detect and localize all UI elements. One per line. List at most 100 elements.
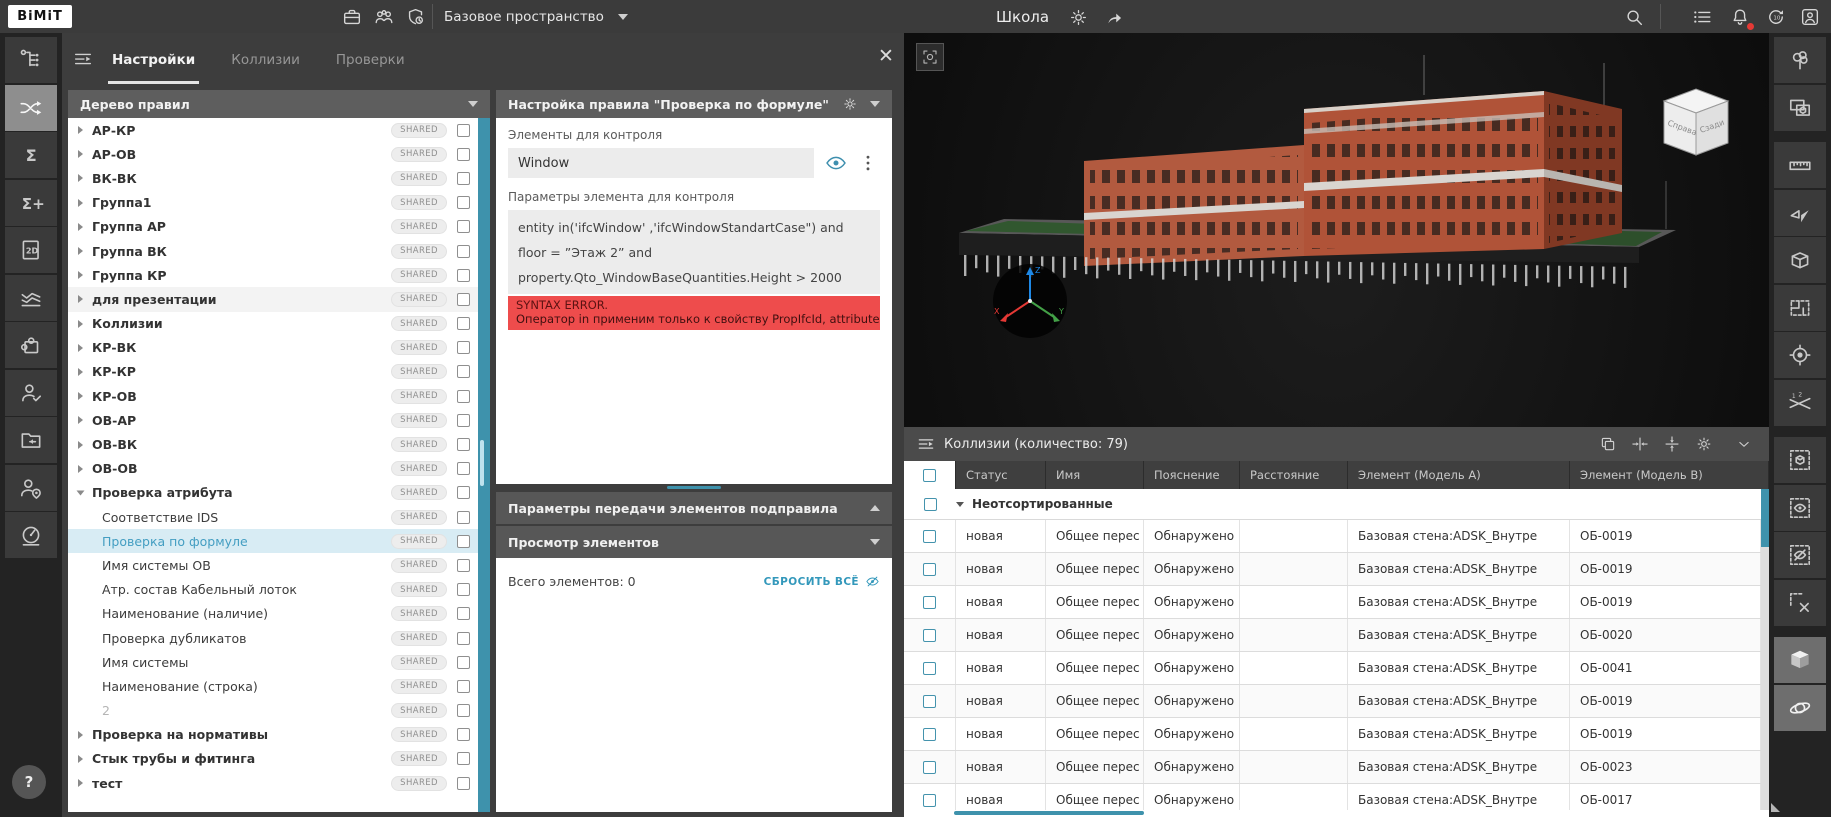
user-check-icon[interactable] bbox=[5, 370, 57, 416]
shield-status-icon[interactable] bbox=[404, 5, 428, 29]
rule-name[interactable]: КР-ОВ bbox=[92, 389, 137, 404]
section-plane-icon[interactable] bbox=[1774, 190, 1826, 236]
tree-caret-icon[interactable] bbox=[78, 295, 83, 303]
collision-row[interactable]: новаяОбщее пересОбнаружено пеБазовая сте… bbox=[904, 520, 1761, 553]
sum-add-icon[interactable]: Σ+ bbox=[5, 180, 57, 226]
tree-row[interactable]: Имя системыSHARED bbox=[68, 650, 478, 674]
rule-name[interactable]: Проверка атрибута bbox=[92, 485, 233, 500]
rule-checkbox[interactable] bbox=[457, 293, 470, 306]
tree-caret-icon[interactable] bbox=[78, 416, 83, 424]
focus-target-icon[interactable] bbox=[1774, 332, 1826, 378]
panel-menu-icon[interactable] bbox=[72, 48, 94, 70]
fit-row-height-icon[interactable] bbox=[1661, 433, 1683, 455]
rule-name[interactable]: Наименование (строка) bbox=[102, 679, 258, 694]
tree-caret-icon[interactable] bbox=[78, 368, 83, 376]
row-checkbox[interactable] bbox=[923, 794, 936, 807]
tree-caret-icon[interactable] bbox=[78, 344, 83, 352]
row-checkbox[interactable] bbox=[923, 761, 936, 774]
plugins-icon[interactable] bbox=[5, 322, 57, 368]
rule-name[interactable]: Наименование (наличие) bbox=[102, 606, 268, 621]
row-checkbox[interactable] bbox=[923, 728, 936, 741]
tab-settings[interactable]: Настройки bbox=[108, 35, 199, 84]
dashboard-gauge-icon[interactable] bbox=[5, 512, 57, 558]
rule-name[interactable]: ОВ-ОВ bbox=[92, 461, 138, 476]
orbit-icon[interactable] bbox=[1774, 685, 1826, 731]
rule-checkbox[interactable] bbox=[457, 704, 470, 717]
row-checkbox-cell[interactable] bbox=[904, 520, 956, 552]
viewport-3d[interactable]: X Y Z Справа Сзади Ко bbox=[904, 33, 1769, 817]
rule-checkbox[interactable] bbox=[457, 583, 470, 596]
rule-name[interactable]: ОВ-АР bbox=[92, 413, 136, 428]
column-header[interactable]: Пояснение bbox=[1144, 461, 1240, 489]
row-checkbox-cell[interactable] bbox=[904, 751, 956, 783]
formula-input[interactable]: entity in('ifcWindow' ,'ifcWindowStandar… bbox=[508, 210, 880, 294]
row-checkbox-cell[interactable] bbox=[904, 619, 956, 651]
collision-row[interactable]: новаяОбщее пересОбнаружено пеБазовая сте… bbox=[904, 553, 1761, 586]
rule-name[interactable]: Группа1 bbox=[92, 195, 151, 210]
tree-row[interactable]: тестSHARED bbox=[68, 771, 478, 795]
tree-row[interactable]: КР-ВКSHARED bbox=[68, 336, 478, 360]
tree-caret-icon[interactable] bbox=[78, 465, 83, 473]
tab-checks[interactable]: Проверки bbox=[332, 35, 409, 84]
settings-gear-icon[interactable] bbox=[1066, 5, 1090, 29]
team-icon[interactable] bbox=[372, 5, 396, 29]
row-checkbox[interactable] bbox=[923, 662, 936, 675]
row-checkbox-cell[interactable] bbox=[904, 553, 956, 585]
rule-checkbox[interactable] bbox=[457, 486, 470, 499]
tree-row[interactable]: Атр. состав Кабельный лотокSHARED bbox=[68, 578, 478, 602]
reset-all-button[interactable]: СБРОСИТЬ ВСЁ bbox=[764, 574, 880, 589]
charts-icon[interactable] bbox=[5, 275, 57, 321]
fit-column-width-icon[interactable] bbox=[1629, 433, 1651, 455]
rule-name[interactable]: Имя системы ОВ bbox=[102, 558, 211, 573]
tree-row[interactable]: Соответствие IDSSHARED bbox=[68, 505, 478, 529]
tree-row[interactable]: 2SHARED bbox=[68, 699, 478, 723]
rule-name[interactable]: АР-КР bbox=[92, 123, 135, 138]
scrollbar-thumb[interactable] bbox=[480, 440, 484, 486]
tree-row[interactable]: Стык трубы и фитингаSHARED bbox=[68, 747, 478, 771]
rule-checkbox[interactable] bbox=[457, 511, 470, 524]
rule-checkbox[interactable] bbox=[457, 390, 470, 403]
tree-row[interactable]: Группа ВКSHARED bbox=[68, 239, 478, 263]
rule-checkbox[interactable] bbox=[457, 656, 470, 669]
ruler-icon[interactable] bbox=[1774, 142, 1826, 188]
rule-checkbox[interactable] bbox=[457, 124, 470, 137]
rule-checkbox[interactable] bbox=[457, 414, 470, 427]
view-section-header[interactable]: Просмотр элементов bbox=[496, 526, 892, 558]
rule-name[interactable]: 2 bbox=[102, 703, 110, 718]
tree-caret-icon[interactable] bbox=[78, 320, 83, 328]
tree-row[interactable]: Проверка дубликатовSHARED bbox=[68, 626, 478, 650]
row-checkbox[interactable] bbox=[923, 563, 936, 576]
copy-icon[interactable] bbox=[1597, 433, 1619, 455]
collisions-menu-icon[interactable] bbox=[916, 434, 936, 454]
rules-tree-scrollbar[interactable] bbox=[478, 118, 490, 812]
rule-checkbox[interactable] bbox=[457, 535, 470, 548]
rules-tree-header[interactable]: Дерево правил bbox=[68, 90, 490, 118]
rule-name[interactable]: Имя системы bbox=[102, 655, 188, 670]
row-checkbox[interactable] bbox=[923, 629, 936, 642]
rule-checkbox[interactable] bbox=[457, 245, 470, 258]
transfer-section-header[interactable]: Параметры передачи элементов подправила bbox=[496, 492, 892, 524]
sheet-2d-icon[interactable]: 2D bbox=[5, 227, 57, 273]
account-icon[interactable] bbox=[1798, 5, 1822, 29]
display-modes-icon[interactable] bbox=[1774, 85, 1826, 131]
rule-checkbox[interactable] bbox=[457, 777, 470, 790]
collision-row[interactable]: новаяОбщее пересОбнаружено пеБазовая сте… bbox=[904, 685, 1761, 718]
row-checkbox[interactable] bbox=[923, 530, 936, 543]
floor-plan-icon[interactable] bbox=[1774, 285, 1826, 331]
axis-gizmo[interactable]: X Y Z bbox=[993, 264, 1067, 338]
tree-caret-icon[interactable] bbox=[78, 199, 83, 207]
rule-checkbox[interactable] bbox=[457, 559, 470, 572]
tree-caret-icon[interactable] bbox=[78, 247, 83, 255]
row-checkbox[interactable] bbox=[923, 695, 936, 708]
tree-caret-icon[interactable] bbox=[78, 223, 83, 231]
rule-name[interactable]: Проверка дубликатов bbox=[102, 631, 247, 646]
solid-view-icon[interactable] bbox=[1774, 637, 1826, 683]
rule-checkbox[interactable] bbox=[457, 269, 470, 282]
tree-caret-icon[interactable] bbox=[78, 174, 83, 182]
header-checkbox-cell[interactable] bbox=[904, 461, 956, 489]
column-header[interactable]: Расстояние bbox=[1240, 461, 1348, 489]
tree-row[interactable]: для презентацииSHARED bbox=[68, 287, 478, 311]
collapse-up-chevron-icon[interactable] bbox=[870, 505, 880, 511]
column-header[interactable]: Элемент (Модель B) bbox=[1570, 461, 1769, 489]
collision-row[interactable]: новаяОбщее пересОбнаружено пеБазовая сте… bbox=[904, 751, 1761, 784]
